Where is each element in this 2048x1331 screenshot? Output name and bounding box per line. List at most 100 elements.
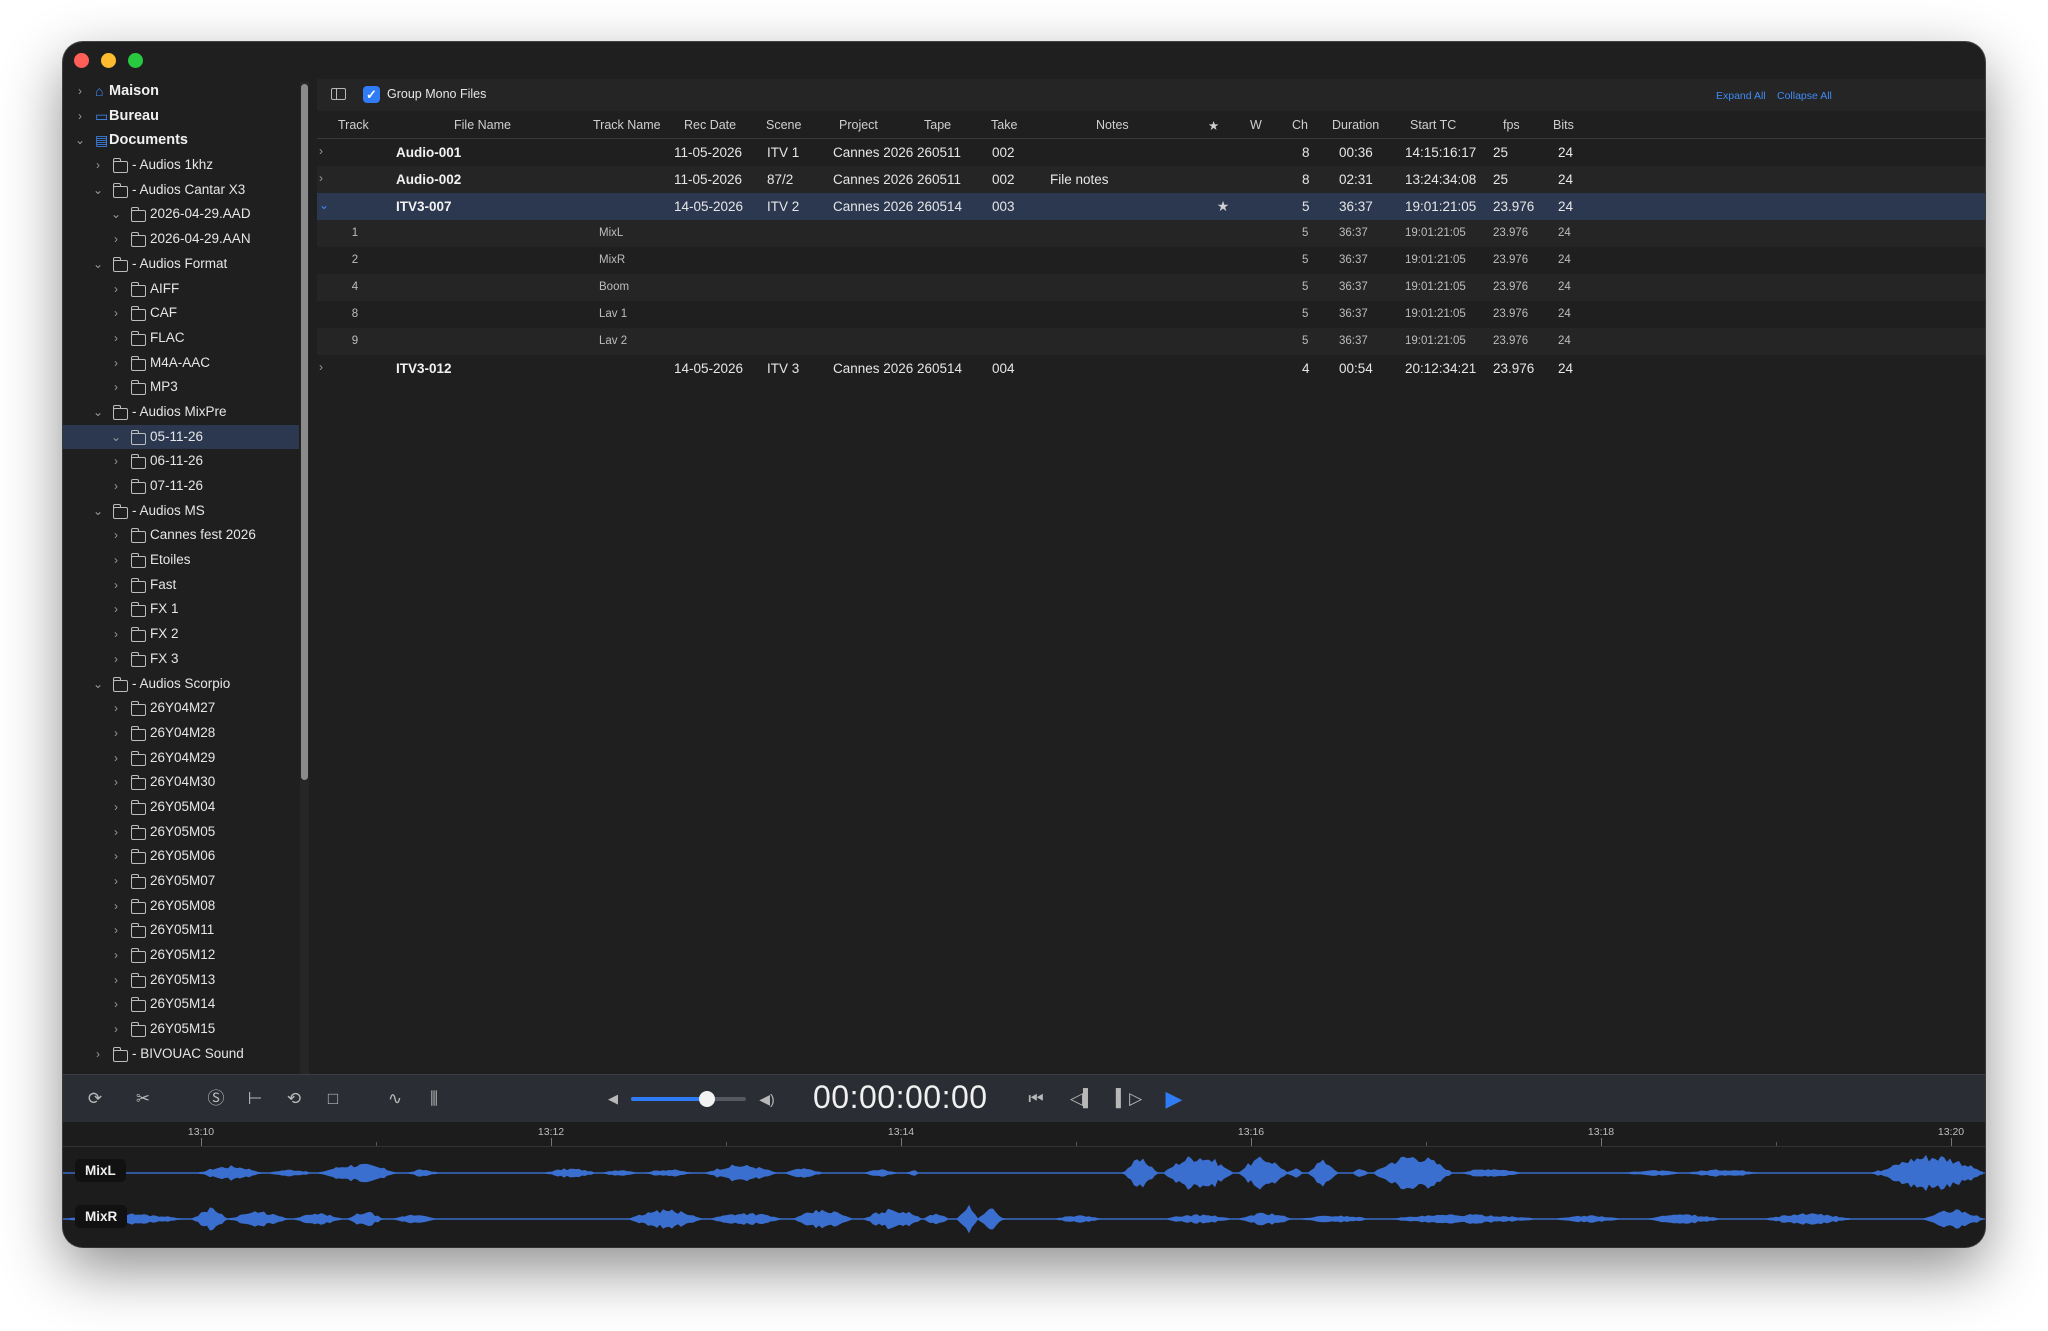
solo-icon[interactable]: Ⓢ [204, 1075, 228, 1123]
chevron-right-icon[interactable]: › [319, 139, 323, 163]
chevron-right-icon[interactable]: › [110, 548, 122, 573]
step-back-icon[interactable]: ◁▍ [1070, 1075, 1096, 1123]
chevron-right-icon[interactable]: › [110, 721, 122, 746]
sidebar-item[interactable]: ⌄ 05-11-26 [63, 424, 299, 450]
sidebar-item[interactable]: › 26Y05M12 [63, 943, 299, 968]
waveform-view[interactable]: 13:10 13:12 13:14 13:16 13:18 13:20 MixL MixR [63, 1122, 1985, 1247]
chevron-down-icon[interactable]: ⌄ [110, 202, 122, 227]
column-fps[interactable]: fps [1503, 118, 1520, 132]
sidebar-item[interactable]: › 26Y05M13 [63, 968, 299, 993]
chevron-right-icon[interactable]: › [74, 79, 86, 104]
column-project[interactable]: Project [839, 118, 878, 132]
track-row[interactable]: 8 Lav 1 5 36:37 19:01:21:05 23.976 24 [317, 301, 1985, 328]
chevron-right-icon[interactable]: › [110, 918, 122, 943]
sidebar-item[interactable]: › 26Y05M07 [63, 869, 299, 894]
volume-slider[interactable] [631, 1091, 746, 1107]
chevron-right-icon[interactable]: › [110, 474, 122, 499]
sidebar-item[interactable]: › CAF [63, 301, 299, 326]
track-row[interactable]: 9 Lav 2 5 36:37 19:01:21:05 23.976 24 [317, 328, 1985, 355]
chevron-right-icon[interactable]: › [74, 104, 86, 129]
time-ruler[interactable]: 13:10 13:12 13:14 13:16 13:18 13:20 [63, 1122, 1985, 1147]
autoplay-icon[interactable]: ⟳ [83, 1075, 107, 1123]
chevron-right-icon[interactable]: › [110, 622, 122, 647]
chevron-right-icon[interactable]: › [110, 992, 122, 1017]
chevron-right-icon[interactable]: › [92, 1042, 104, 1067]
group-mono-checkbox[interactable]: ✓ [363, 86, 380, 103]
chevron-right-icon[interactable]: › [110, 573, 122, 598]
sidebar-item[interactable]: › 26Y04M30 [63, 770, 299, 795]
chevron-right-icon[interactable]: › [110, 820, 122, 845]
sidebar-item[interactable]: › - Audios 1khz [63, 153, 299, 178]
zoom-window-button[interactable] [128, 53, 143, 68]
sidebar-item[interactable]: › 2026-04-29.AAN [63, 227, 299, 252]
stop-icon[interactable]: □ [321, 1075, 345, 1123]
sidebar-item[interactable]: › 26Y05M11 [63, 918, 299, 943]
chevron-right-icon[interactable]: › [110, 746, 122, 771]
skip-to-start-icon[interactable]: ⏮ [1024, 1075, 1048, 1123]
chevron-down-icon[interactable]: ⌄ [319, 193, 329, 217]
chevron-right-icon[interactable]: › [110, 696, 122, 721]
sidebar-item[interactable]: › MP3 [63, 375, 299, 400]
column-w[interactable]: W [1250, 118, 1262, 132]
chevron-right-icon[interactable]: › [110, 770, 122, 795]
sidebar-scrollbar-thumb[interactable] [301, 84, 308, 780]
close-window-button[interactable] [74, 53, 89, 68]
table-row[interactable]: › ITV3-012 14-05-2026 ITV 3 Cannes 2026 26051… [317, 355, 1985, 382]
chevron-down-icon[interactable]: ⌄ [92, 400, 104, 425]
chevron-right-icon[interactable]: › [110, 943, 122, 968]
sidebar-item[interactable]: › FLAC [63, 326, 299, 351]
column-ch[interactable]: Ch [1292, 118, 1308, 132]
sidebar-item[interactable]: › FX 1 [63, 597, 299, 622]
table-row[interactable]: ⌄ ITV3-007 14-05-2026 ITV 2 Cannes 2026 26051… [317, 193, 1985, 220]
collapse-all-button[interactable]: Collapse All [1777, 90, 1832, 102]
chevron-right-icon[interactable]: › [319, 166, 323, 190]
mixer-icon[interactable]: ⫼ [422, 1075, 446, 1123]
column-rec-date[interactable]: Rec Date [684, 118, 736, 132]
sidebar-item[interactable]: › 26Y05M14 [63, 992, 299, 1017]
sidebar-item[interactable]: › AIFF [63, 277, 299, 302]
track-row[interactable]: 1 MixL 5 36:37 19:01:21:05 23.976 24 [317, 220, 1985, 247]
sidebar-item[interactable]: › - BIVOUAC Sound [63, 1042, 299, 1067]
sidebar-item[interactable]: › Fast [63, 573, 299, 598]
chevron-right-icon[interactable]: › [110, 375, 122, 400]
channel-lane-mixr[interactable]: MixR [63, 1196, 1985, 1242]
expand-all-button[interactable]: Expand All [1716, 90, 1766, 102]
column-track-name[interactable]: Track Name [593, 118, 661, 132]
chevron-right-icon[interactable]: › [110, 795, 122, 820]
chevron-right-icon[interactable]: › [110, 523, 122, 548]
sidebar-item[interactable]: ⌄ - Audios MixPre [63, 400, 299, 425]
chevron-down-icon[interactable]: ⌄ [92, 252, 104, 277]
sidebar-item[interactable]: ⌄ 2026-04-29.AAD [63, 202, 299, 227]
sidebar-item[interactable]: ⌄ ▤ Documents [63, 128, 299, 153]
chevron-right-icon[interactable]: › [110, 597, 122, 622]
chevron-right-icon[interactable]: › [110, 894, 122, 919]
sidebar-item[interactable]: › FX 3 [63, 647, 299, 672]
sidebar-item[interactable]: › M4A-AAC [63, 351, 299, 376]
chevron-right-icon[interactable]: › [110, 1017, 122, 1042]
chevron-down-icon[interactable]: ⌄ [110, 425, 122, 450]
chevron-down-icon[interactable]: ⌄ [74, 128, 86, 153]
column-track[interactable]: Track [338, 118, 369, 132]
tools-icon[interactable]: ✂ [131, 1075, 155, 1123]
sidebar-item[interactable]: › 26Y04M27 [63, 696, 299, 721]
column-start-tc[interactable]: Start TC [1410, 118, 1456, 132]
sidebar-scrollbar[interactable] [300, 82, 309, 1102]
chevron-right-icon[interactable]: › [110, 869, 122, 894]
chevron-right-icon[interactable]: › [110, 277, 122, 302]
sidebar-item[interactable]: ⌄ - Audios Format [63, 252, 299, 277]
loop-icon[interactable]: ⟲ [282, 1075, 306, 1123]
waveform-icon[interactable]: ∿ [383, 1075, 407, 1123]
column-file-name[interactable]: File Name [454, 118, 511, 132]
track-row[interactable]: 2 MixR 5 36:37 19:01:21:05 23.976 24 [317, 247, 1985, 274]
sidebar-item[interactable]: › Cannes fest 2026 [63, 523, 299, 548]
channel-lane-mixl[interactable]: MixL [63, 1150, 1985, 1196]
chevron-right-icon[interactable]: › [110, 326, 122, 351]
column-notes[interactable]: Notes [1096, 118, 1129, 132]
chevron-right-icon[interactable]: › [110, 844, 122, 869]
chevron-right-icon[interactable]: › [110, 647, 122, 672]
sidebar-item[interactable]: › FX 2 [63, 622, 299, 647]
column-bits[interactable]: Bits [1553, 118, 1574, 132]
column-duration[interactable]: Duration [1332, 118, 1379, 132]
sidebar-item[interactable]: › 26Y04M29 [63, 746, 299, 771]
volume-slider-knob[interactable] [698, 1091, 715, 1107]
